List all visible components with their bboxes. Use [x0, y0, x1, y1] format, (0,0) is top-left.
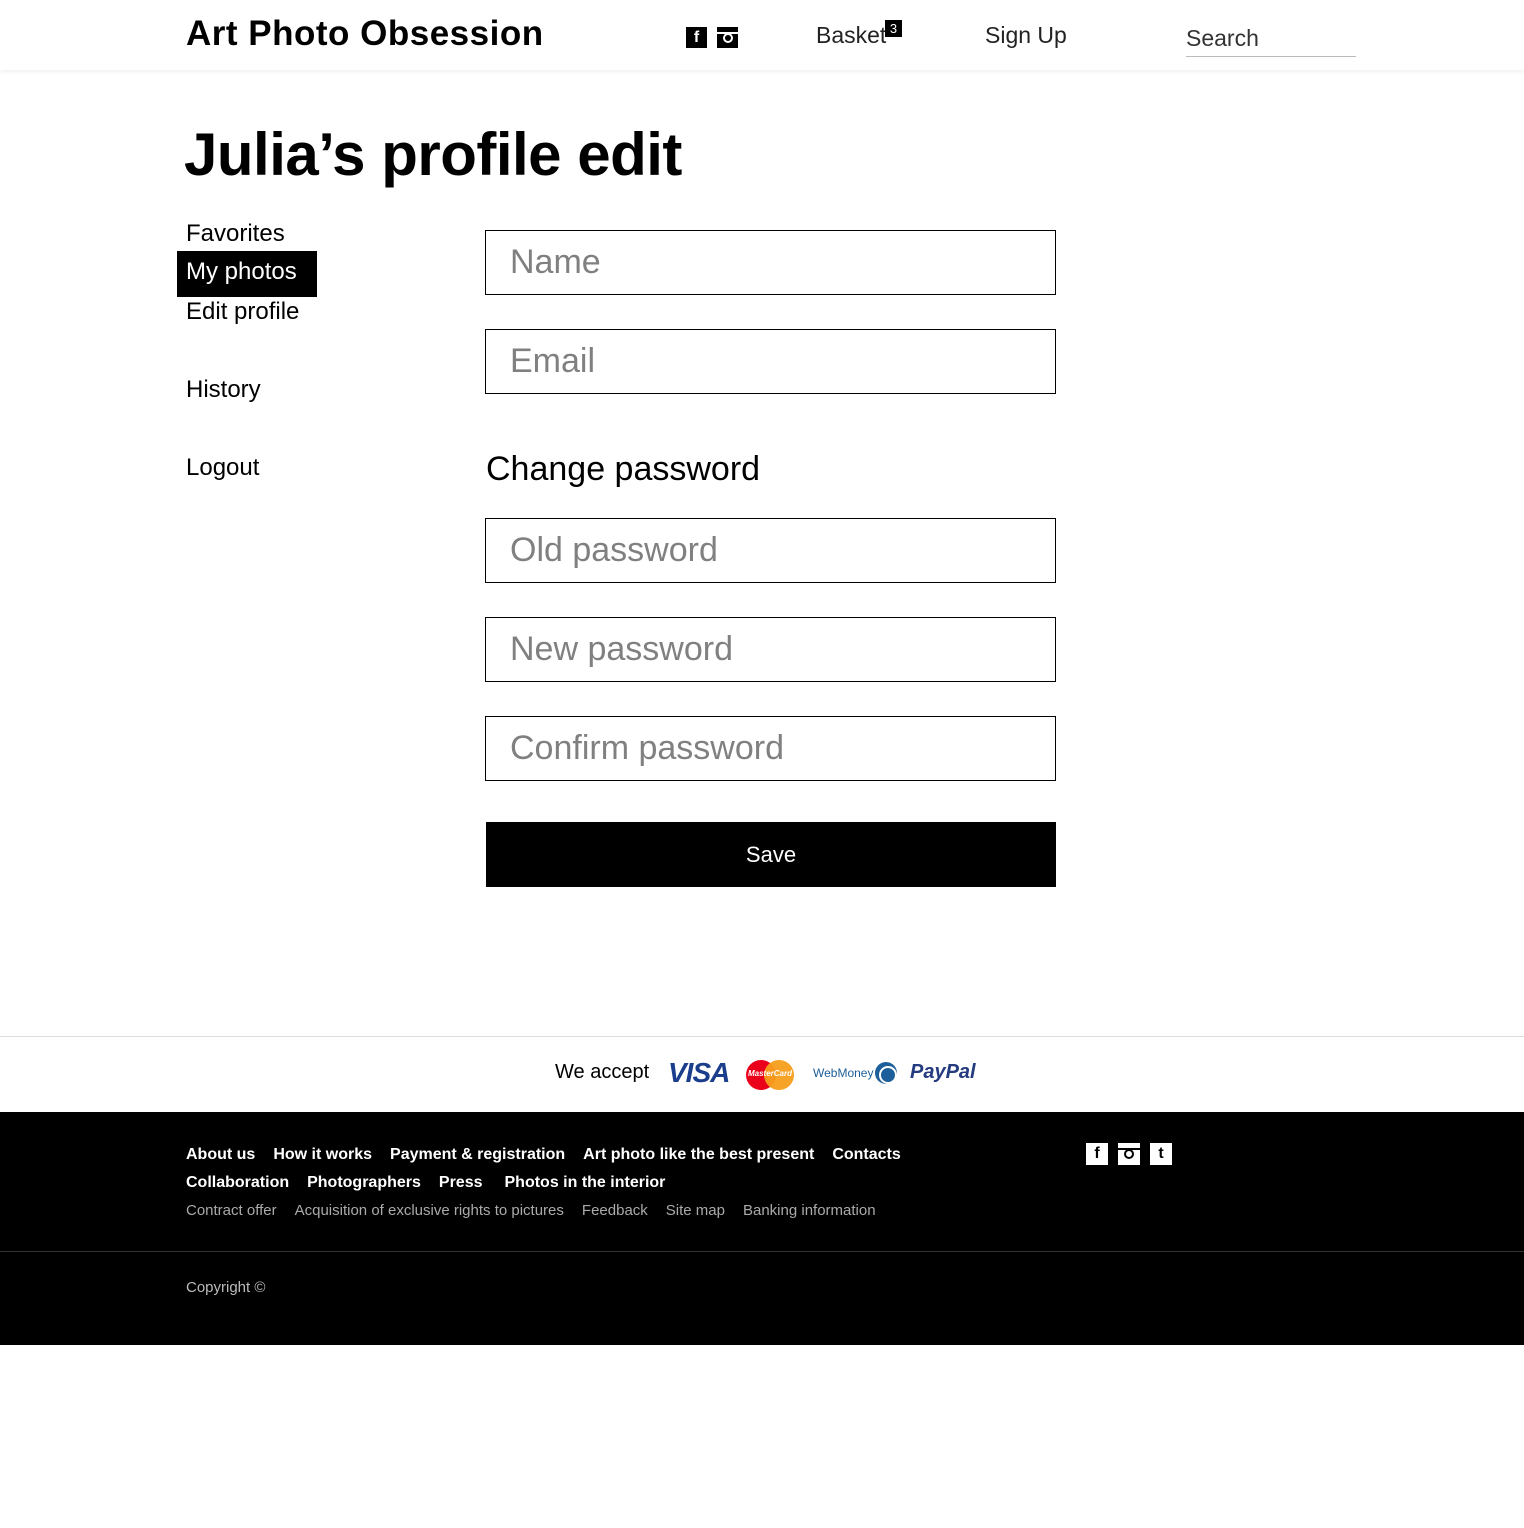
footer-links-secondary: Collaboration Photographers Press Photos… — [186, 1174, 683, 1192]
footer-link-how-it-works[interactable]: How it works — [273, 1146, 372, 1164]
sign-up-link[interactable]: Sign Up — [985, 22, 1067, 49]
site-logo[interactable]: Art Photo Obsession — [186, 14, 544, 54]
footer-link-press[interactable]: Press — [439, 1174, 483, 1192]
name-field[interactable] — [485, 230, 1056, 295]
instagram-icon[interactable] — [1118, 1143, 1140, 1165]
payment-strip: We accept VISA MasterCard WebMoney PayPa… — [0, 1036, 1524, 1112]
footer-link-contract-offer[interactable]: Contract offer — [186, 1202, 277, 1219]
footer-link-banking-info[interactable]: Banking information — [743, 1202, 876, 1219]
save-button[interactable]: Save — [486, 822, 1056, 887]
footer-link-payment-registration[interactable]: Payment & registration — [390, 1146, 565, 1164]
footer-link-collaboration[interactable]: Collaboration — [186, 1174, 289, 1192]
facebook-icon[interactable]: f — [686, 27, 707, 48]
basket-link[interactable]: Basket — [816, 22, 886, 49]
basket-count-badge: 3 — [885, 20, 902, 37]
footer-link-photographers[interactable]: Photographers — [307, 1174, 421, 1192]
footer-link-feedback[interactable]: Feedback — [582, 1202, 648, 1219]
confirm-password-field[interactable] — [485, 716, 1056, 781]
footer-link-contacts[interactable]: Contacts — [832, 1146, 900, 1164]
change-password-heading: Change password — [486, 450, 761, 488]
tumblr-icon[interactable]: t — [1150, 1143, 1172, 1165]
paypal-logo: PayPal — [910, 1061, 976, 1084]
instagram-icon[interactable] — [717, 27, 738, 48]
footer-divider — [0, 1251, 1524, 1252]
facebook-icon[interactable]: f — [1086, 1143, 1108, 1165]
search-input[interactable] — [1186, 20, 1356, 57]
mastercard-logo: MasterCard — [746, 1060, 794, 1090]
email-field[interactable] — [485, 329, 1056, 394]
footer-social-links: f t — [1086, 1143, 1172, 1165]
page-title: Julia’s profile edit — [184, 121, 682, 188]
site-header: Art Photo Obsession f Basket 3 Sign Up — [0, 0, 1524, 70]
site-footer: About us How it works Payment & registra… — [0, 1112, 1524, 1345]
we-accept-label: We accept — [555, 1061, 650, 1083]
sidebar-item-edit-profile[interactable]: Edit profile — [186, 298, 299, 326]
sidebar-item-favorites[interactable]: Favorites — [186, 220, 285, 248]
sidebar-item-my-photos[interactable]: My photos — [177, 251, 317, 297]
footer-link-exclusive-rights[interactable]: Acquisition of exclusive rights to pictu… — [295, 1202, 564, 1219]
sidebar-item-history[interactable]: History — [186, 376, 261, 404]
footer-link-best-present[interactable]: Art photo like the best present — [583, 1146, 814, 1164]
footer-link-photos-interior[interactable]: Photos in the interior — [505, 1174, 666, 1192]
header-social-links: f — [686, 27, 738, 48]
footer-link-about-us[interactable]: About us — [186, 1146, 255, 1164]
visa-logo: VISA — [668, 1057, 730, 1088]
new-password-field[interactable] — [485, 617, 1056, 682]
sidebar-item-logout[interactable]: Logout — [186, 454, 259, 482]
webmoney-logo: WebMoney — [813, 1066, 874, 1080]
footer-links-tertiary: Contract offer Acquisition of exclusive … — [186, 1202, 894, 1219]
footer-link-site-map[interactable]: Site map — [666, 1202, 725, 1219]
footer-links-primary: About us How it works Payment & registra… — [186, 1146, 919, 1164]
old-password-field[interactable] — [485, 518, 1056, 583]
webmoney-globe-icon — [875, 1062, 897, 1084]
copyright-text: Copyright © — [186, 1279, 266, 1296]
